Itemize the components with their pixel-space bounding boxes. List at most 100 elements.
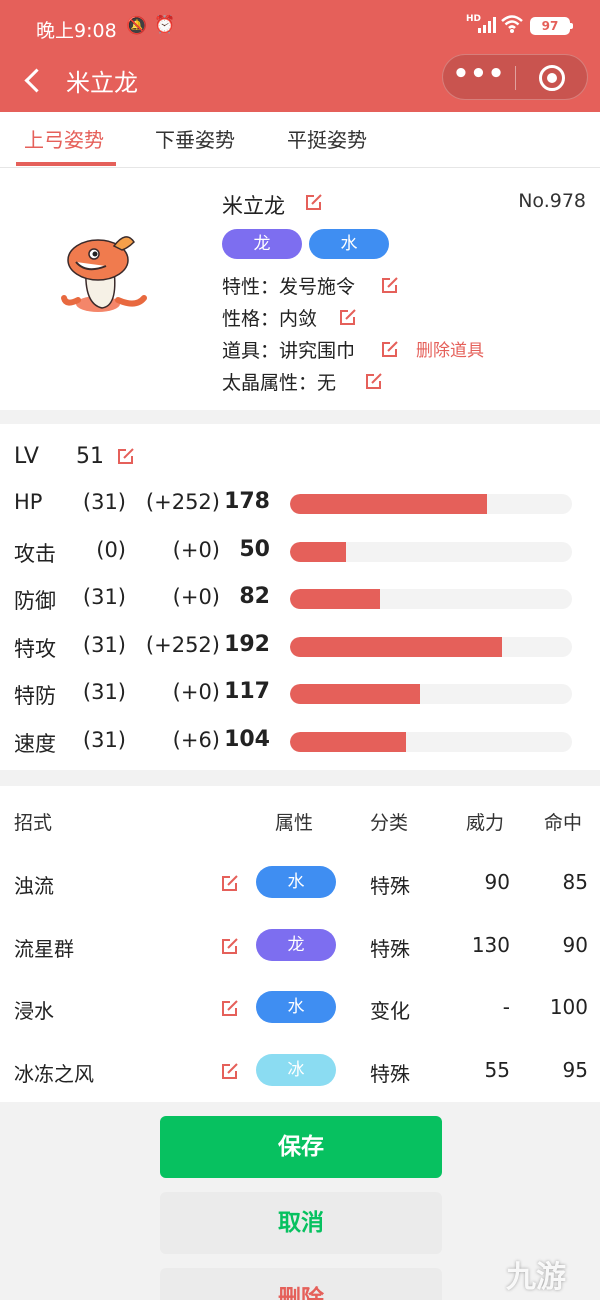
moves-header-power: 威力 (466, 812, 505, 834)
stat-bar-track (290, 731, 572, 752)
cancel-button[interactable]: 取消 (160, 1192, 442, 1254)
edit-ability-icon[interactable] (380, 275, 400, 295)
tab-stretchy-pose[interactable]: 平挺姿势 (287, 124, 367, 153)
moves-table: 招式 属性 分类 威力 命中 浊流水特殊 90 85 流星群龙特殊 130 90 浸水水变化… (0, 786, 600, 1102)
back-icon[interactable] (18, 62, 48, 102)
edit-move-icon[interactable] (220, 873, 240, 893)
edit-nature-icon[interactable] (338, 307, 358, 327)
active-tab-indicator (16, 162, 116, 166)
status-bar: 晚上9:08 🔕 ⏰ HD 97 (0, 0, 600, 54)
level-value: 51 (76, 444, 104, 469)
tab-drooping-pose[interactable]: 下垂姿势 (155, 124, 235, 153)
moves-header-type: 属性 (275, 812, 314, 834)
stat-row: 特攻 (31) (+252) 192 (0, 627, 600, 667)
stat-row: 攻击 (0) (+0) 50 (0, 532, 600, 572)
moves-header-accuracy: 命中 (544, 812, 583, 834)
stat-name: 攻击 (14, 541, 56, 566)
move-power: - (502, 995, 510, 1019)
page-title: 米立龙 (66, 69, 138, 97)
tab-upward-pose[interactable]: 上弓姿势 (24, 124, 104, 153)
watermark-text: 九游 (506, 1260, 566, 1295)
stat-iv: (31) (82, 632, 126, 657)
delete-button[interactable]: 删除 (160, 1268, 442, 1300)
edit-name-icon[interactable] (304, 192, 324, 212)
stat-bar-track (290, 589, 572, 609)
stat-bar-track (290, 494, 572, 514)
stat-value: 50 (239, 536, 270, 562)
stat-iv: (31) (82, 727, 126, 752)
move-type-badge: 龙 (256, 928, 336, 961)
status-time: 晚上9:08 (36, 20, 117, 42)
edit-item-icon[interactable] (380, 339, 400, 359)
stat-name: 特防 (14, 684, 56, 708)
edit-move-icon[interactable] (220, 1061, 240, 1081)
move-name: 流星群 (14, 936, 74, 961)
more-icon[interactable]: ••• (443, 55, 515, 99)
stats-panel: LV 51 HP (31) (+252) 178 攻击 (0) (+0) 50 防御 (31) (+… (0, 424, 600, 770)
stat-iv: (31) (82, 585, 126, 609)
stat-name: HP (14, 490, 43, 514)
signal-icon (478, 17, 496, 33)
nature-value: 性格：内敛 (222, 308, 318, 330)
stat-ev: (+252) (145, 632, 220, 657)
move-category: 变化 (370, 999, 410, 1023)
move-power: 90 (484, 870, 510, 894)
mute-icon: 🔕 (126, 16, 148, 36)
stat-ev: (+0) (172, 537, 220, 562)
move-accuracy: 100 (549, 995, 588, 1019)
stat-ev: (+6) (172, 727, 220, 752)
pokemon-name: 米立龙 (222, 194, 285, 218)
delete-item-link[interactable]: 删除道具 (416, 336, 484, 361)
move-power: 130 (471, 932, 510, 957)
edit-move-icon[interactable] (220, 936, 240, 956)
move-name: 浸水 (14, 999, 54, 1023)
move-type-badge: 冰 (256, 1053, 336, 1086)
stat-bar-fill (290, 541, 347, 562)
move-category: 特殊 (370, 874, 410, 898)
stat-row: 速度 (31) (+6) 104 (0, 722, 600, 762)
stat-bar-track (290, 684, 572, 704)
stat-name: 特攻 (14, 636, 56, 661)
ability-value: 特性：发号施令 (222, 276, 356, 298)
battery-icon: 97 (530, 17, 573, 35)
capsule-divider (515, 66, 516, 90)
stat-name: 速度 (14, 731, 56, 756)
stat-value: 178 (224, 489, 270, 514)
moves-header-category: 分类 (370, 812, 409, 834)
stat-value: 82 (239, 584, 270, 609)
move-power: 55 (484, 1057, 510, 1082)
title-bar: 米立龙 ••• (0, 54, 600, 112)
stat-bar-track (290, 636, 572, 657)
move-name: 冰冻之风 (14, 1061, 94, 1086)
edit-tera-icon[interactable] (364, 371, 384, 391)
watermark: 九游 (410, 1236, 600, 1300)
stat-iv: (31) (82, 490, 126, 514)
type-badge-dragon: 龙 (222, 229, 302, 259)
edit-level-icon[interactable] (116, 446, 136, 466)
stat-row: 防御 (31) (+0) 82 (0, 579, 600, 619)
close-miniprogram-icon[interactable] (539, 65, 565, 91)
level-label: LV (14, 444, 39, 469)
move-row: 浸水 水 变化 - 100 (0, 983, 600, 1035)
move-category: 特殊 (370, 1061, 410, 1086)
stat-row: HP (31) (+252) 178 (0, 484, 600, 524)
stat-bar-fill (290, 494, 488, 514)
edit-move-icon[interactable] (220, 998, 240, 1018)
move-row: 冰冻之风 冰 特殊 55 95 (0, 1046, 600, 1098)
stat-value: 117 (224, 679, 270, 704)
stat-bar-track (290, 541, 572, 562)
move-accuracy: 95 (562, 1057, 588, 1082)
stat-ev: (+0) (172, 585, 220, 609)
held-item-value: 道具：讲究围巾 (222, 340, 356, 362)
move-type-badge: 水 (256, 866, 336, 898)
move-type-badge: 水 (256, 991, 336, 1023)
stat-name: 防御 (14, 589, 56, 613)
tera-type-value: 太晶属性：无 (222, 372, 337, 394)
stat-bar-fill (290, 731, 406, 752)
stat-bar-fill (290, 636, 502, 657)
pose-tabs: 上弓姿势 下垂姿势 平挺姿势 (0, 112, 600, 168)
moves-header-move: 招式 (14, 812, 53, 834)
type-badge-water: 水 (309, 229, 389, 259)
save-button[interactable]: 保存 (160, 1116, 442, 1178)
stat-value: 104 (224, 726, 270, 752)
